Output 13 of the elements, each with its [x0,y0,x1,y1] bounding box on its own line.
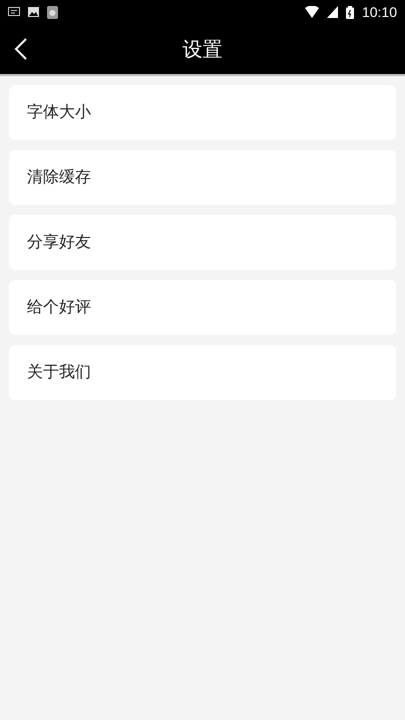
settings-item[interactable]: 关于我们 [9,345,396,400]
signal-icon [326,6,338,18]
app-icon [47,6,58,18]
settings-item[interactable]: 分享好友 [9,215,396,270]
message-icon [8,7,20,17]
battery-icon [346,6,354,18]
image-icon [28,7,39,17]
wifi-icon [304,6,319,18]
settings-item[interactable]: 清除缓存 [9,150,396,205]
settings-item[interactable]: 给个好评 [9,280,396,335]
settings-item[interactable]: 字体大小 [9,85,396,140]
clock: 10:10 [362,4,397,20]
page-title: 设置 [182,36,222,62]
